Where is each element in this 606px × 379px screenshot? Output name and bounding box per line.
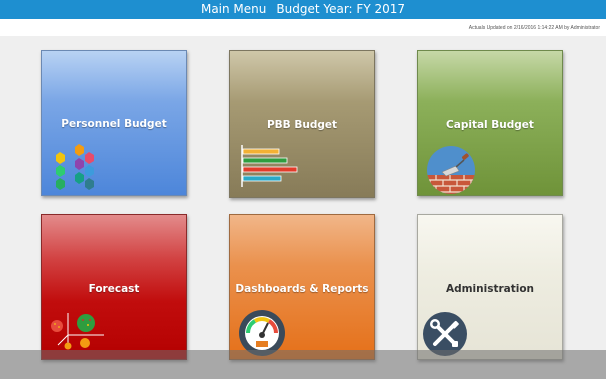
tile-label: Administration [445,283,535,295]
hexagon-cluster-icon [56,144,94,190]
forecast-scatter-icon [51,313,104,350]
tile-pbb-budget[interactable]: PBB Budget [229,50,375,198]
tile-label: Personnel Budget [61,118,167,130]
tile-dashboards-reports[interactable]: Dashboards & Reports [229,214,375,360]
budget-year: Budget Year: FY 2017 [276,2,406,16]
tile-label: Forecast [88,283,140,295]
trowel-bricks-icon [427,146,475,194]
tile-capital-budget[interactable]: Capital Budget [417,50,563,196]
tile-label: Dashboards & Reports [235,283,369,295]
tile-forecast[interactable]: Forecast [41,214,187,360]
bar-chart-icon [241,145,298,187]
actuals-updated-status: Actuals Updated on 2/16/2016 1:14:22 AM … [468,25,600,31]
tile-label: Capital Budget [446,119,534,131]
tile-personnel-budget[interactable]: Personnel Budget [41,50,187,196]
tile-administration[interactable]: Administration [417,214,563,360]
menu-title: Main Menu [200,2,267,16]
main-menu-canvas: Personnel Budget PBB Budget Capital Budg… [0,36,606,379]
title-bar: Main Menu Budget Year: FY 2017 [0,0,606,19]
tile-label: PBB Budget [266,119,337,131]
bottom-overlay-bar [0,350,606,379]
